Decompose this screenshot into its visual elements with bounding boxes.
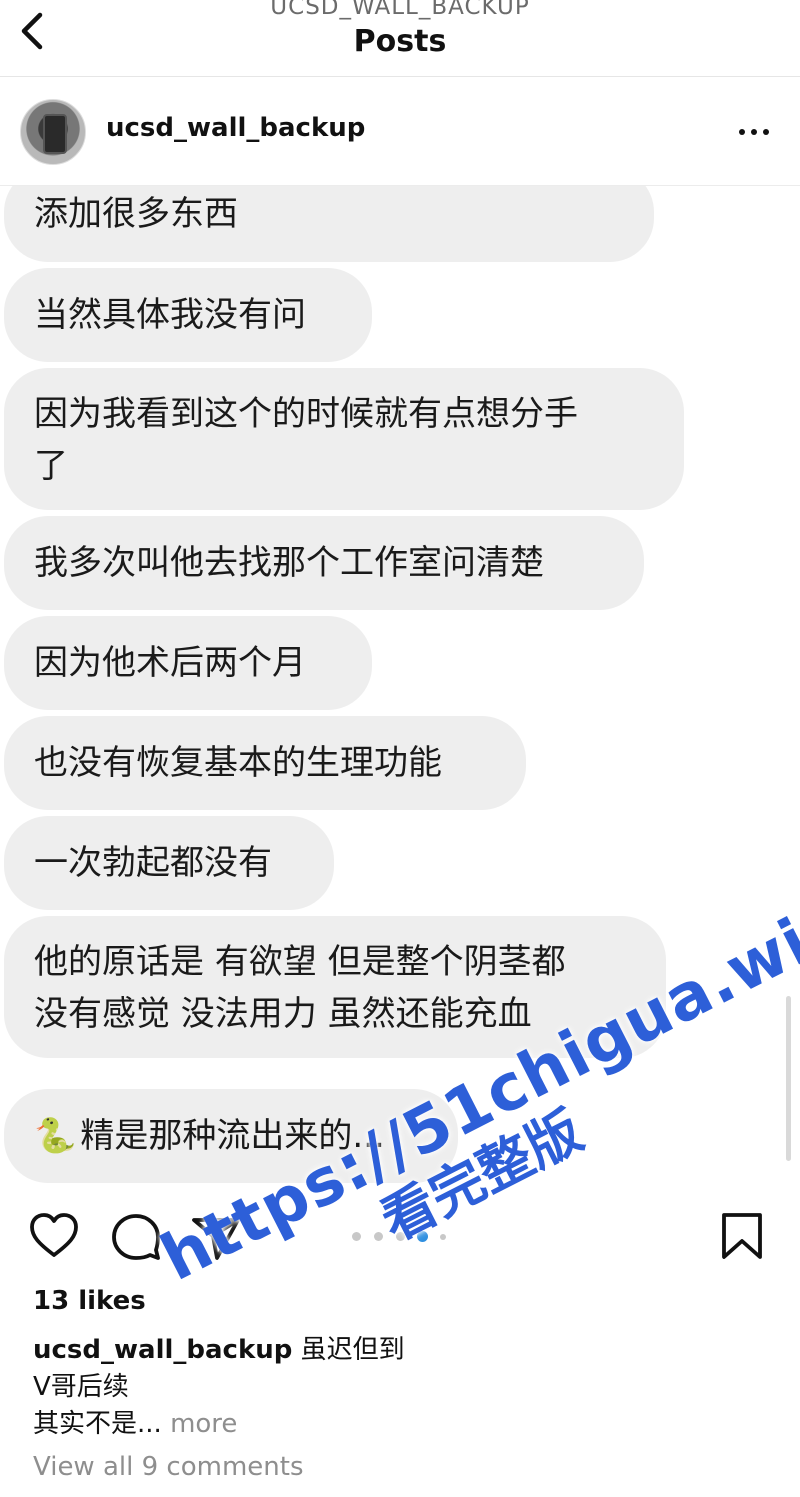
chat-bubble: 因为我看到这个的时候就有点想分手 了 [4,368,684,510]
carousel-dot [374,1232,383,1241]
comment-button[interactable] [110,1210,162,1262]
chat-text: 他的原话是 有欲望 但是整个阴茎都 [34,942,566,982]
caption-more-link[interactable]: more [170,1409,237,1439]
bookmark-icon [722,1213,762,1259]
more-options-button[interactable] [736,118,772,146]
save-button[interactable] [716,1210,768,1262]
chat-bubble: 因为他术后两个月 [4,616,372,710]
chat-text: 没有感觉 没法用力 虽然还能充血 [34,994,532,1034]
image-scrollbar [786,996,791,1161]
comment-icon [112,1214,160,1260]
chat-text: 也没有恢复基本的生理功能 [34,743,442,783]
chat-bubble: 我多次叫他去找那个工作室问清楚 [4,516,644,610]
likes-count[interactable]: 13 likes [33,1286,146,1316]
chat-bubble: 当然具体我没有问 [4,268,372,362]
action-bar [0,1196,800,1276]
post-image[interactable]: 添加很多东西 当然具体我没有问 因为我看到这个的时候就有点想分手 了 我多次叫他… [0,186,800,1196]
caption-line: 其实不是... [33,1409,162,1439]
carousel-dot-active [417,1231,428,1242]
chat-text: 因为我看到这个的时候就有点想分手 [34,394,578,434]
avatar[interactable] [20,99,86,165]
heart-icon [30,1213,78,1257]
chat-text: 因为他术后两个月 [34,643,306,683]
chat-bubble: 添加很多东西 [4,186,654,262]
share-icon [192,1218,240,1260]
share-button[interactable] [190,1210,242,1262]
chat-text: 添加很多东西 [34,194,238,234]
page-title: Posts [353,24,447,59]
chat-bubble: 一次勃起都没有 [4,816,334,910]
caption: ucsd_wall_backup 虽迟但到 V哥后续 其实不是... more [33,1332,773,1443]
chat-text: 当然具体我没有问 [34,295,306,335]
post-header: ucsd_wall_backup [0,77,800,186]
chat-bubble: 他的原话是 有欲望 但是整个阴茎都 没有感觉 没法用力 虽然还能充血 [4,916,666,1058]
top-bar: UCSD_WALL_BACKUP Posts [0,0,800,77]
chat-bubble: 🐍 精是那种流出来的... [4,1089,458,1183]
view-comments-link[interactable]: View all 9 comments [33,1452,304,1482]
like-button[interactable] [28,1210,80,1262]
chat-text: 精是那种流出来的... [80,1116,385,1156]
post-username[interactable]: ucsd_wall_backup [106,113,365,143]
carousel-dot [352,1232,361,1241]
carousel-dot [440,1234,446,1240]
caption-line: V哥后续 [33,1372,129,1402]
chat-text: 我多次叫他去找那个工作室问清楚 [34,543,544,583]
more-icon [739,129,745,135]
caption-line: 虽迟但到 [300,1335,405,1365]
chat-text: 了 [34,446,68,486]
account-subtitle: UCSD_WALL_BACKUP [270,0,530,20]
caption-username[interactable]: ucsd_wall_backup [33,1335,292,1365]
carousel-dot [396,1232,405,1241]
snake-emoji: 🐍 [34,1116,77,1156]
chat-text: 一次勃起都没有 [34,843,272,883]
chat-bubble: 也没有恢复基本的生理功能 [4,716,526,810]
